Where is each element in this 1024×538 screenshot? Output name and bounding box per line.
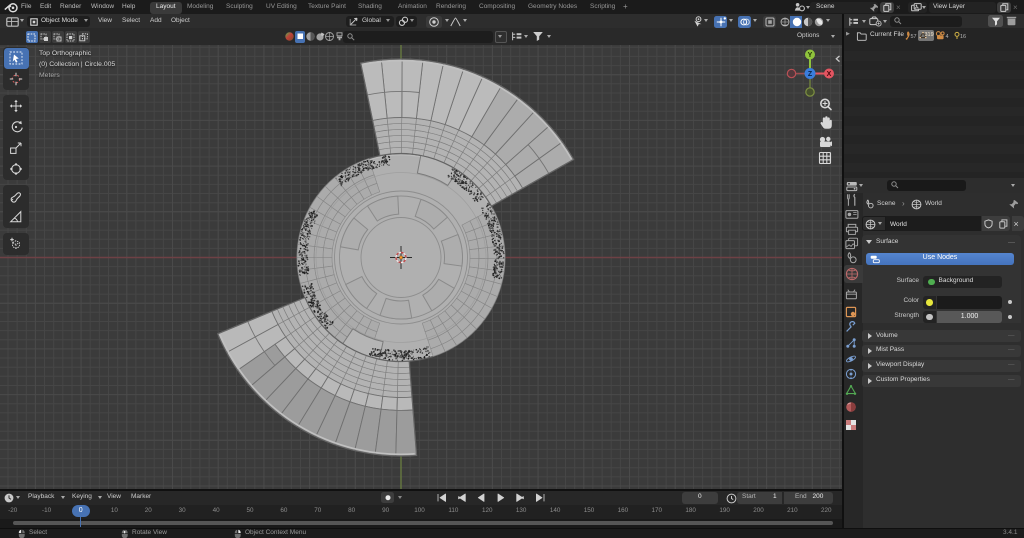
svg-text:X: X: [827, 71, 832, 78]
svg-text:Y: Y: [808, 52, 813, 59]
svg-text:Z: Z: [808, 71, 813, 78]
